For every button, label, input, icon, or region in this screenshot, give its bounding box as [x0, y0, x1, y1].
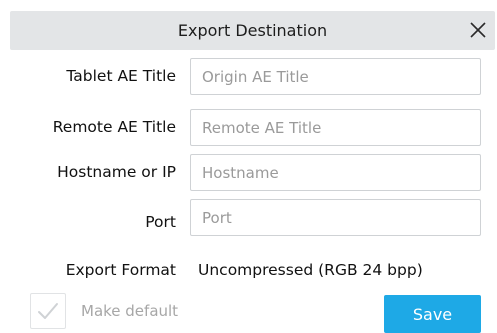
- remote-ae-title-label: Remote AE Title: [52, 118, 176, 136]
- port-input[interactable]: [190, 199, 481, 236]
- tablet-ae-title-label: Tablet AE Title: [66, 67, 176, 85]
- hostname-input[interactable]: [190, 154, 481, 191]
- dialog-title-bar: Export Destination: [10, 11, 495, 50]
- export-destination-dialog: Export Destination Tablet AE Title Remot…: [0, 0, 497, 333]
- export-format-label: Export Format: [65, 261, 176, 279]
- make-default-label: Make default: [81, 302, 179, 320]
- close-button[interactable]: [467, 19, 489, 41]
- checkmark-icon: [38, 303, 58, 319]
- export-format-value: Uncompressed (RGB 24 bpp): [198, 261, 423, 279]
- tablet-ae-title-input[interactable]: [190, 58, 481, 95]
- close-icon: [470, 22, 486, 38]
- dialog-title: Export Destination: [177, 21, 328, 40]
- save-button[interactable]: Save: [384, 295, 481, 333]
- port-label: Port: [145, 213, 176, 231]
- remote-ae-title-input[interactable]: [190, 109, 481, 146]
- make-default-checkbox[interactable]: [30, 293, 66, 329]
- hostname-label: Hostname or IP: [57, 163, 176, 181]
